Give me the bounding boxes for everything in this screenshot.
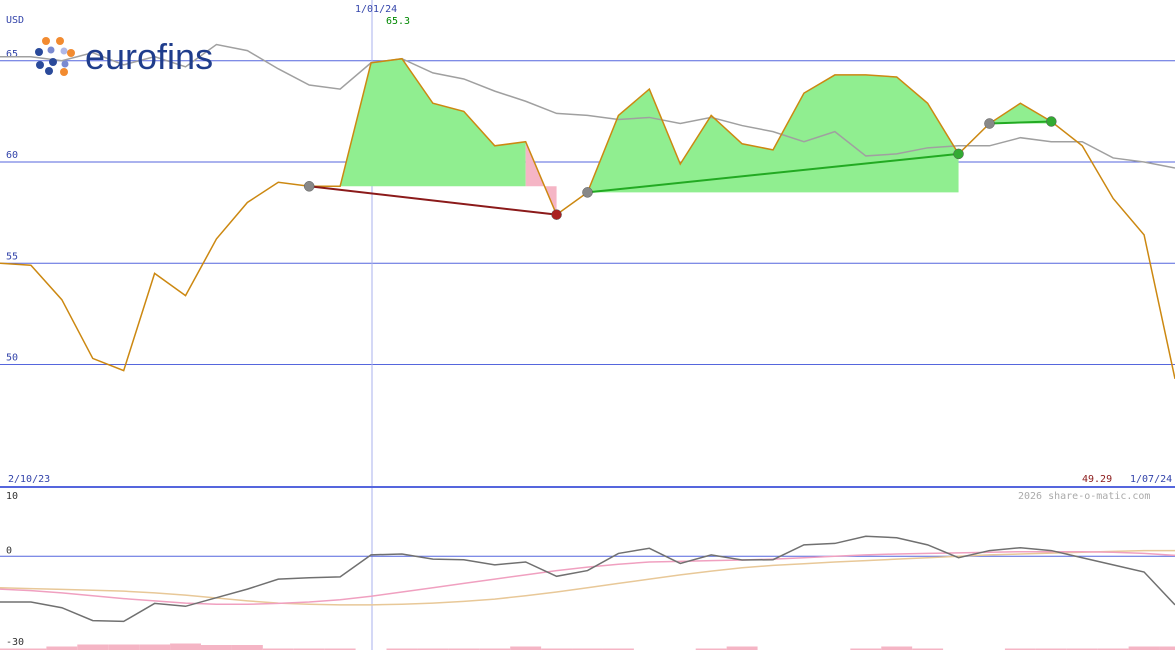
volume-bar <box>881 646 913 650</box>
volume-bar <box>200 645 232 650</box>
marker-date-label: 1/01/24 <box>355 4 397 15</box>
end-date-label: 1/07/24 <box>1130 474 1172 485</box>
indicator-tick-label: 10 <box>6 491 18 502</box>
volume-bar <box>231 645 263 650</box>
start-date-label: 2/10/23 <box>8 474 50 485</box>
volume-bar <box>726 646 758 650</box>
logo: eurofins <box>35 36 213 77</box>
price-tick-label: 60 <box>6 150 18 161</box>
indicator-tick-label: 0 <box>6 545 12 556</box>
pivot-marker <box>1046 116 1057 127</box>
volume-bar <box>1128 646 1160 650</box>
indicator-series-signal <box>0 550 1175 606</box>
volume-bar <box>510 646 542 650</box>
marker-value-label: 65.3 <box>386 16 410 27</box>
trend-line <box>309 185 557 216</box>
last-value-label: 49.29 <box>1082 474 1112 485</box>
price-series-price <box>0 57 1175 380</box>
indicator-series-slow-average <box>0 549 1175 606</box>
pivot-marker <box>953 148 964 160</box>
logo-text: eurofins <box>85 36 213 77</box>
volume-bar <box>170 643 201 650</box>
price-fill-zone <box>989 103 1052 124</box>
price-tick-label: 65 <box>6 49 18 60</box>
indicator-panel: 10 0 -30 2026 share-o-matic.com <box>0 491 1175 650</box>
price-tick-label: 50 <box>6 353 18 364</box>
pivot-marker <box>551 209 562 220</box>
volume-bar <box>108 644 140 650</box>
currency-label: USD <box>6 15 24 26</box>
watermark: 2026 share-o-matic.com <box>1018 491 1150 502</box>
eurofins-dots-icon <box>35 37 75 76</box>
volume-bar <box>77 644 109 650</box>
volume-bar <box>139 644 171 650</box>
pivot-marker <box>582 187 593 198</box>
chart: 65605550 USD 1/01/24 65.3 2/10/23 49.29 … <box>0 0 1175 650</box>
indicator-series-oscillator <box>0 535 1175 623</box>
pivot-marker <box>303 181 315 192</box>
price-tick-label: 55 <box>6 251 18 262</box>
volume-bar <box>46 646 78 650</box>
pivot-marker <box>984 118 995 129</box>
price-fill-zone <box>587 74 959 193</box>
volume-bar <box>1159 646 1175 650</box>
indicator-tick-label: -30 <box>6 637 24 648</box>
